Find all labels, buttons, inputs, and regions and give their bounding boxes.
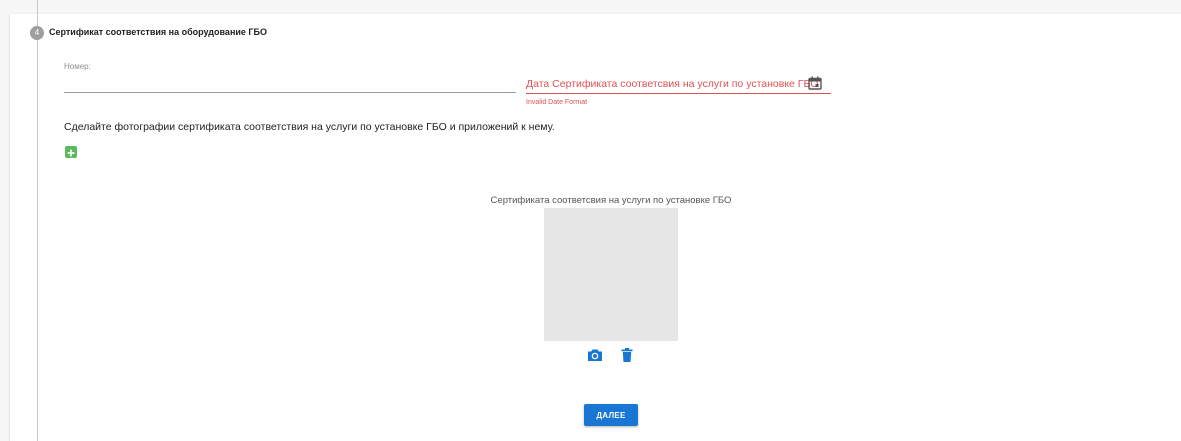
calendar-icon[interactable]	[808, 76, 822, 90]
date-error-message: Invalid Date Format	[526, 99, 588, 106]
certificate-date-field[interactable]: Дата Сертификата соответсвия на услуги п…	[526, 74, 831, 94]
number-field-label: Номер:	[64, 62, 91, 71]
certificate-date-label: Дата Сертификата соответсвия на услуги п…	[526, 78, 819, 90]
next-button[interactable]: ДАЛЕЕ	[584, 404, 638, 426]
trash-icon[interactable]	[621, 348, 633, 362]
photo-instruction-text: Сделайте фотографии сертификата соответс…	[64, 121, 555, 133]
add-photo-button[interactable]	[65, 146, 77, 158]
photo-placeholder	[544, 208, 678, 341]
stepper-line	[37, 0, 38, 441]
add-icon	[67, 149, 75, 157]
photo-caption: Сертификата соответсвия на услуги по уст…	[490, 195, 732, 206]
step-number-badge: 4	[30, 26, 44, 40]
camera-icon[interactable]	[587, 348, 603, 362]
number-input[interactable]	[64, 78, 516, 93]
step-title: Сертификат соответствия на оборудование …	[49, 27, 267, 37]
